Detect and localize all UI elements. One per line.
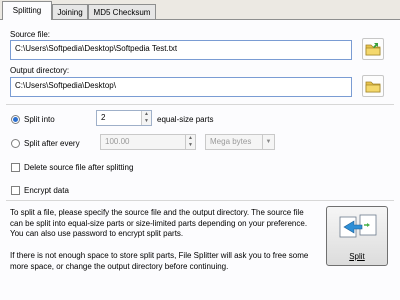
delete-source-checkbox[interactable] bbox=[11, 163, 20, 172]
output-directory-label: Output directory: bbox=[10, 66, 70, 75]
folder-icon bbox=[365, 81, 381, 93]
split-into-radio[interactable] bbox=[11, 115, 20, 124]
source-file-input[interactable]: C:\Users\Softpedia\Desktop\Softpedia Tes… bbox=[10, 40, 352, 60]
separator bbox=[6, 104, 394, 105]
split-button-label: Split bbox=[349, 252, 365, 261]
browse-source-button[interactable] bbox=[362, 38, 384, 60]
splitting-panel: Source file: C:\Users\Softpedia\Desktop\… bbox=[0, 19, 400, 300]
tab-joining[interactable]: Joining bbox=[52, 4, 88, 19]
split-into-label: Split into bbox=[24, 115, 55, 124]
equal-size-parts-label: equal-size parts bbox=[157, 115, 214, 124]
split-every-radio[interactable] bbox=[11, 139, 20, 148]
browse-output-button[interactable] bbox=[362, 75, 384, 97]
size-limit-value: 100.00 bbox=[105, 137, 130, 146]
encrypt-data-label: Encrypt data bbox=[24, 186, 69, 195]
parts-count-value: 2 bbox=[101, 113, 106, 122]
tab-md5-checksum[interactable]: MD5 Checksum bbox=[88, 4, 156, 19]
stepper-arrows-icon[interactable]: ▲ ▼ bbox=[185, 135, 195, 149]
help-text-paragraph-2: If there is not enough space to store sp… bbox=[10, 251, 309, 271]
split-every-label: Split after every bbox=[24, 139, 80, 148]
delete-source-label: Delete source file after splitting bbox=[24, 163, 134, 172]
size-unit-select[interactable]: Mega bytes ▼ bbox=[205, 134, 275, 150]
folder-icon bbox=[365, 43, 381, 56]
output-directory-input[interactable]: C:\Users\Softpedia\Desktop\ bbox=[10, 77, 352, 97]
parts-count-stepper[interactable]: 2 ▲ ▼ bbox=[96, 110, 152, 126]
source-file-label: Source file: bbox=[10, 30, 51, 39]
split-files-icon bbox=[339, 214, 377, 238]
size-limit-stepper[interactable]: 100.00 ▲ ▼ bbox=[100, 134, 196, 150]
split-button[interactable]: Split bbox=[326, 206, 388, 266]
separator bbox=[6, 200, 394, 201]
encrypt-data-checkbox[interactable] bbox=[11, 186, 20, 195]
stepper-arrows-icon[interactable]: ▲ ▼ bbox=[141, 111, 151, 125]
tab-splitting[interactable]: Splitting bbox=[2, 1, 52, 20]
size-unit-value: Mega bytes bbox=[210, 137, 252, 146]
chevron-down-icon: ▼ bbox=[262, 135, 274, 149]
tab-bar: Splitting Joining MD5 Checksum bbox=[0, 0, 400, 20]
help-text-paragraph-1: To split a file, please specify the sour… bbox=[10, 208, 308, 238]
